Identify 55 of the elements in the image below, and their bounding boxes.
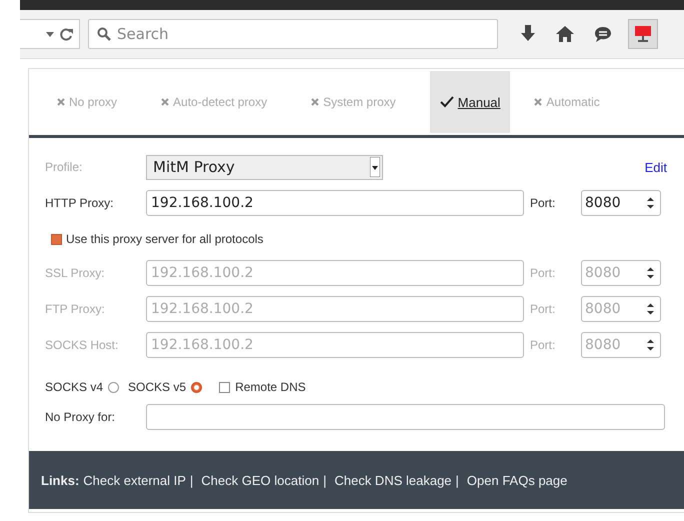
checkbox[interactable] [51, 234, 62, 244]
port-label: Port: [529, 338, 556, 352]
field-label: SSL Proxy: [45, 266, 106, 280]
radio-button[interactable] [191, 382, 202, 392]
footer-link[interactable]: Check DNS leakage [334, 472, 452, 488]
port-label: Port: [529, 266, 556, 280]
no-proxy-input-field[interactable] [146, 404, 665, 430]
field-label: SOCKS Host: [45, 338, 120, 352]
footer-link[interactable]: Check external IP [83, 472, 186, 488]
proxy-mode-tab[interactable]: Manual [430, 71, 510, 133]
proxy-extension-button[interactable] [628, 19, 658, 49]
link-separator: | [190, 472, 194, 488]
edit-link[interactable]: Edit [644, 160, 667, 174]
checkbox-label: Use this proxy server for all protocols [66, 232, 264, 246]
field-label: HTTP Proxy: [45, 196, 114, 210]
profile-dropdown[interactable]: MitM Proxy [146, 154, 383, 180]
check-icon [440, 96, 454, 108]
url-bar-end[interactable] [20, 19, 80, 49]
monitor-icon [634, 25, 652, 43]
reload-icon[interactable] [60, 28, 73, 40]
spin-arrows-icon[interactable] [647, 197, 654, 209]
port-label: Port: [529, 302, 556, 316]
home-icon[interactable] [556, 26, 574, 42]
dropdown-caret-icon[interactable] [370, 157, 380, 177]
proxy-mode-tab[interactable]: Automatic [524, 71, 610, 133]
proxy-mode-tab[interactable]: System proxy [301, 71, 406, 133]
cross-icon [311, 98, 320, 106]
spin-arrows-icon[interactable] [647, 267, 654, 279]
checkbox[interactable] [219, 382, 230, 392]
host-input-field[interactable]: 192.168.100.2 [146, 190, 524, 216]
cross-icon [57, 98, 65, 106]
port-spin-field[interactable]: 8080 [581, 190, 661, 216]
cross-icon [161, 98, 170, 106]
radio-label: SOCKS v5 [128, 380, 186, 394]
chat-bubble-icon[interactable] [594, 26, 612, 42]
search-field[interactable]: Search [88, 19, 498, 49]
proxy-mode-tab[interactable]: Auto-detect proxy [151, 71, 278, 133]
field-label: FTP Proxy: [45, 302, 106, 316]
spin-arrows-icon[interactable] [647, 339, 654, 351]
download-arrow-icon[interactable] [520, 25, 536, 43]
spin-arrows-icon[interactable] [647, 303, 654, 315]
field-label: Profile: [45, 160, 84, 174]
field-label: No Proxy for: [45, 410, 116, 424]
links-label: Links: [41, 472, 80, 488]
search-icon [97, 27, 111, 41]
radio-button[interactable] [108, 382, 120, 392]
cross-icon [534, 98, 542, 106]
link-separator: | [323, 472, 326, 488]
radio-label: SOCKS v4 [45, 380, 104, 394]
port-label: Port: [529, 196, 556, 210]
footer-link[interactable]: Open FAQs page [466, 472, 568, 488]
link-separator: | [456, 472, 459, 488]
proxy-mode-tab[interactable]: No proxy [47, 71, 128, 133]
checkbox-label: Remote DNS [235, 380, 306, 394]
footer-link[interactable]: Check GEO location [201, 472, 320, 488]
